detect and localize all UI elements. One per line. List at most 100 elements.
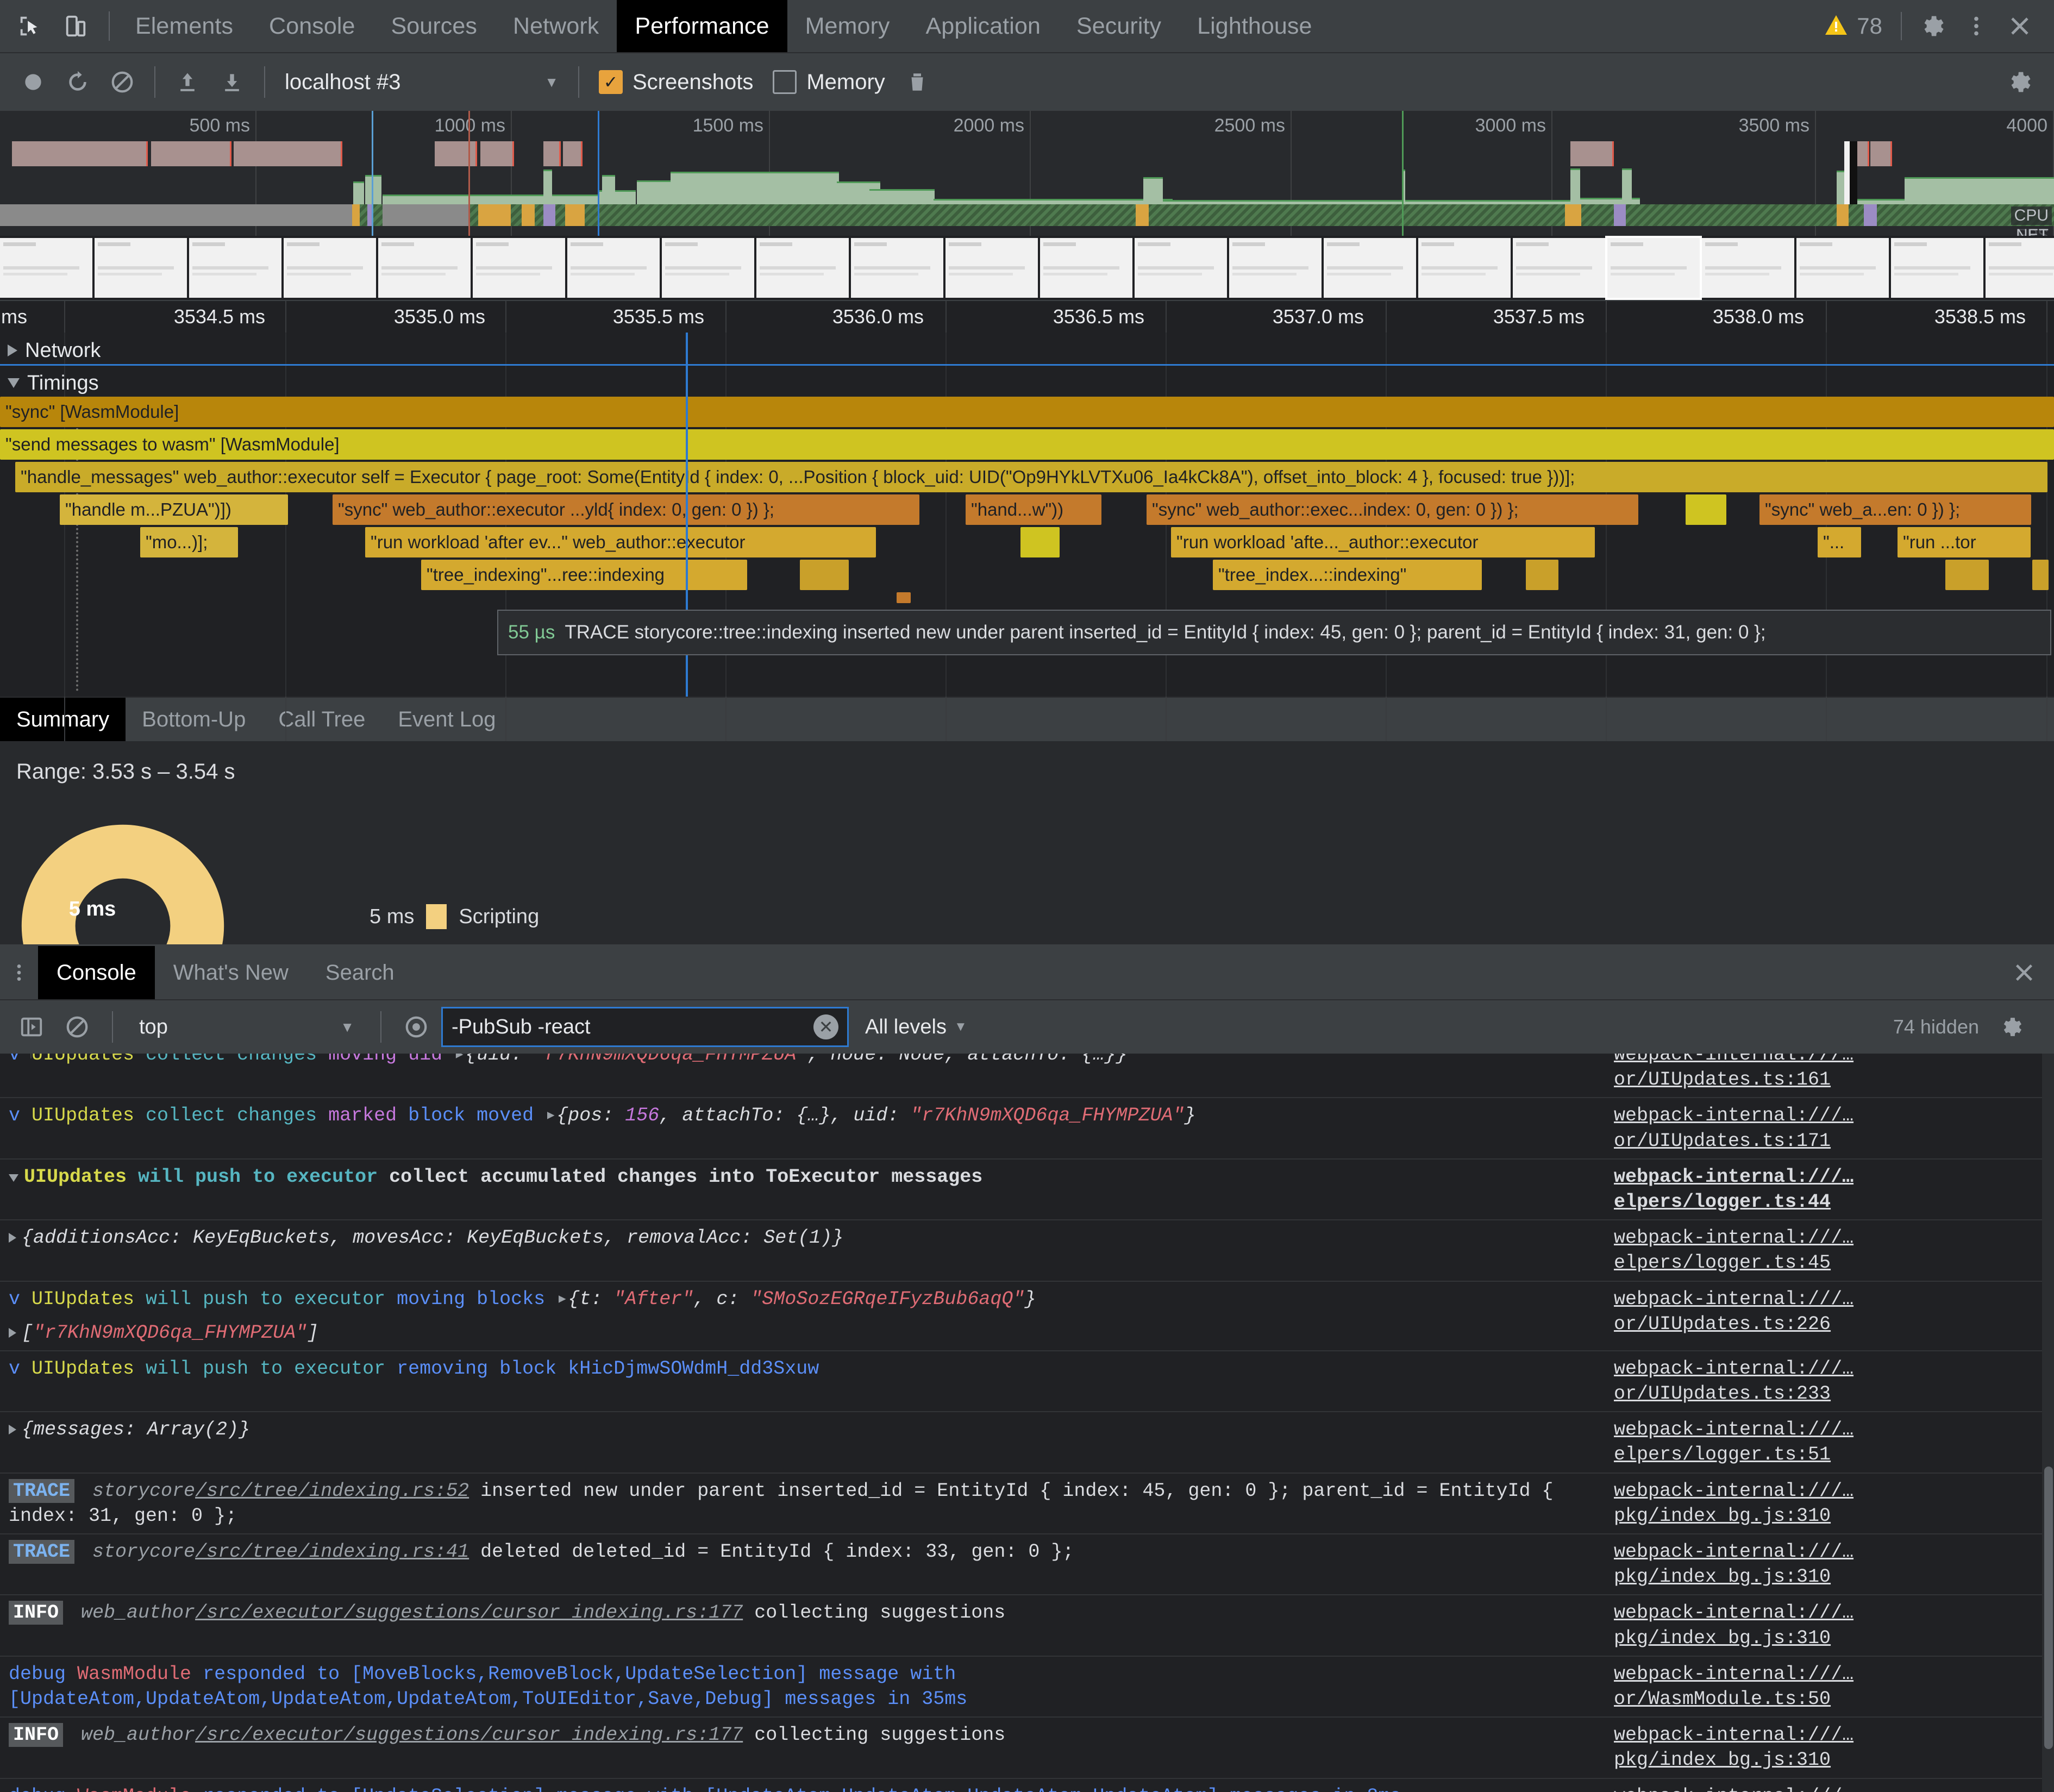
console-source-link[interactable]: webpack-internal:///…or/UIUpdates.ts:226 [1614, 1287, 2054, 1337]
log-part[interactable]: /src/tree/indexing.rs:52 [195, 1480, 469, 1502]
tab-performance[interactable]: Performance [617, 0, 787, 52]
tab-console[interactable]: Console [251, 0, 373, 52]
flame-bar[interactable]: "tree_indexing"...ree::indexing [421, 560, 747, 590]
flame-bar[interactable] [1686, 494, 1726, 525]
console-source-link[interactable]: webpack-internal:///…or/UIUpdates.ts:161 [1614, 1054, 2054, 1092]
flame-bar[interactable] [1945, 560, 1989, 590]
console-filter-input-wrap[interactable]: ✕ [441, 1007, 849, 1047]
load-profile-icon[interactable] [165, 60, 210, 104]
close-icon[interactable] [2000, 6, 2040, 46]
console-source-link[interactable]: webpack-internal:///…or/WasmModule.ts:50 [1614, 1784, 2054, 1792]
console-row[interactable]: UIUpdates will push to executor collect … [0, 1160, 2054, 1221]
log-part[interactable]: ▸ [442, 1054, 465, 1066]
filmstrip-frame[interactable] [1891, 238, 1983, 298]
drawer-close-icon[interactable] [2012, 946, 2054, 999]
screenshot-filmstrip[interactable] [0, 236, 2054, 300]
log-part[interactable]: /src/tree/indexing.rs:41 [195, 1541, 469, 1563]
record-button[interactable] [11, 60, 55, 104]
filmstrip-frame[interactable] [95, 238, 187, 298]
flame-bar[interactable]: "handle_messages" web_author::executor s… [15, 462, 2047, 492]
overview-selection-marker[interactable] [372, 111, 373, 236]
filmstrip-frame[interactable] [756, 238, 849, 298]
console-row[interactable]: INFO web_author/src/executor/suggestions… [0, 1595, 2054, 1657]
save-profile-icon[interactable] [210, 60, 254, 104]
console-row[interactable]: {messages: Array(2)} webpack-internal://… [0, 1412, 2054, 1474]
console-row[interactable]: debug WasmModule responded to [UpdateSel… [0, 1779, 2054, 1792]
drawer-tab-whats-new[interactable]: What's New [155, 946, 307, 999]
flame-bar[interactable] [1020, 527, 1060, 557]
live-expression-icon[interactable] [396, 1006, 437, 1048]
flame-bar[interactable] [1526, 560, 1558, 590]
log-part[interactable]: ▸ [534, 1105, 556, 1126]
filmstrip-frame[interactable] [473, 238, 565, 298]
drawer-tab-search[interactable]: Search [307, 946, 413, 999]
expand-triangle-icon[interactable] [9, 1233, 16, 1243]
expand-triangle-icon[interactable] [9, 1327, 16, 1338]
clear-recording-button[interactable] [100, 60, 145, 104]
show-console-sidebar-icon[interactable] [11, 1006, 52, 1048]
console-source-link[interactable]: webpack-internal:///…pkg/index_bg.js:310 [1614, 1600, 2054, 1650]
device-toolbar-icon[interactable] [55, 6, 96, 46]
flame-bar[interactable]: "send messages to wasm" [WasmModule] [0, 429, 2054, 460]
console-row[interactable]: v UIUpdates will push to executor removi… [0, 1351, 2054, 1413]
console-message-list[interactable]: v UIUpdates collect changes moving uid ▸… [0, 1054, 2054, 1792]
overview-selection-window[interactable] [1850, 141, 1857, 204]
console-context-select[interactable]: top ▼ [127, 1016, 366, 1039]
flame-bar[interactable]: "mo...)]; [140, 527, 238, 557]
timeline-overview[interactable]: 500 ms 1000 ms 1500 ms 2000 ms 2500 ms 3… [0, 111, 2054, 236]
reload-and-record-button[interactable] [55, 60, 100, 104]
tab-summary[interactable]: Summary [0, 698, 126, 741]
clear-filter-icon[interactable]: ✕ [813, 1014, 838, 1039]
flamechart[interactable]: Network Timings "sync" [WasmModule] "sen… [0, 333, 2054, 697]
flame-bar[interactable]: "run workload 'afte..._author::executor [1171, 527, 1595, 557]
console-source-link[interactable]: webpack-internal:///…pkg/index_bg.js:310 [1614, 1539, 2054, 1589]
log-level-select[interactable]: All levels ▼ [853, 1016, 979, 1039]
filmstrip-frame[interactable] [0, 238, 92, 298]
filmstrip-frame[interactable] [1513, 238, 1605, 298]
filmstrip-frame[interactable] [284, 238, 376, 298]
collect-garbage-icon[interactable] [895, 60, 940, 104]
flame-bar[interactable]: "run workload 'after ev..." web_author::… [365, 527, 876, 557]
console-source-link[interactable]: webpack-internal:///…elpers/logger.ts:51 [1614, 1417, 2054, 1467]
flame-bar[interactable]: "sync" [WasmModule] [0, 397, 2054, 427]
tab-sources[interactable]: Sources [373, 0, 495, 52]
filmstrip-frame[interactable] [1229, 238, 1322, 298]
filmstrip-frame[interactable] [1324, 238, 1416, 298]
filmstrip-frame[interactable] [189, 238, 281, 298]
tab-event-log[interactable]: Event Log [381, 698, 512, 741]
disclosure-marker[interactable]: v [9, 1358, 32, 1380]
console-filter-input[interactable] [452, 1015, 807, 1039]
filmstrip-frame[interactable] [851, 238, 943, 298]
log-part[interactable]: ▸ [545, 1288, 568, 1310]
more-vertical-icon[interactable] [1956, 6, 1996, 46]
console-source-link[interactable]: webpack-internal:///…or/WasmModule.ts:50 [1614, 1662, 2054, 1712]
console-scrollbar[interactable] [2042, 1054, 2054, 1792]
console-row[interactable]: v UIUpdates will push to executor moving… [0, 1282, 2054, 1351]
scrollbar-thumb[interactable] [2044, 1467, 2053, 1749]
drawer-tab-console[interactable]: Console [38, 946, 155, 999]
filmstrip-frame[interactable] [1986, 238, 2054, 298]
gear-icon[interactable] [1913, 6, 1953, 46]
flame-bar[interactable]: "run ...tor [1898, 527, 2031, 557]
tab-call-tree[interactable]: Call Tree [262, 698, 381, 741]
tab-bottom-up[interactable]: Bottom-Up [126, 698, 262, 741]
flame-bar[interactable]: "... [1818, 527, 1861, 557]
filmstrip-frame[interactable] [945, 238, 1038, 298]
console-row[interactable]: {additionsAcc: KeyEqBuckets, movesAcc: K… [0, 1220, 2054, 1282]
filmstrip-frame[interactable] [567, 238, 660, 298]
flame-bar[interactable]: "handle m...PZUA")]) [60, 494, 288, 525]
console-source-link[interactable]: webpack-internal:///…elpers/logger.ts:45 [1614, 1225, 2054, 1275]
collapse-triangle-icon[interactable] [9, 1174, 18, 1182]
tab-application[interactable]: Application [908, 0, 1059, 52]
flame-bar[interactable] [897, 592, 911, 603]
console-settings-gear-icon[interactable] [1991, 1006, 2032, 1048]
tab-security[interactable]: Security [1059, 0, 1179, 52]
tab-lighthouse[interactable]: Lighthouse [1179, 0, 1330, 52]
console-source-link[interactable]: webpack-internal:///…elpers/logger.ts:44 [1614, 1164, 2054, 1214]
drawer-more-icon[interactable] [0, 946, 38, 999]
log-part[interactable]: /src/executor/suggestions/cursor_indexin… [195, 1724, 743, 1746]
hidden-messages-count[interactable]: 74 hidden [1893, 1016, 1979, 1038]
filmstrip-frame-selected[interactable] [1605, 236, 1702, 300]
memory-checkbox[interactable]: Memory [763, 70, 894, 95]
expand-triangle-icon[interactable] [9, 1425, 16, 1435]
